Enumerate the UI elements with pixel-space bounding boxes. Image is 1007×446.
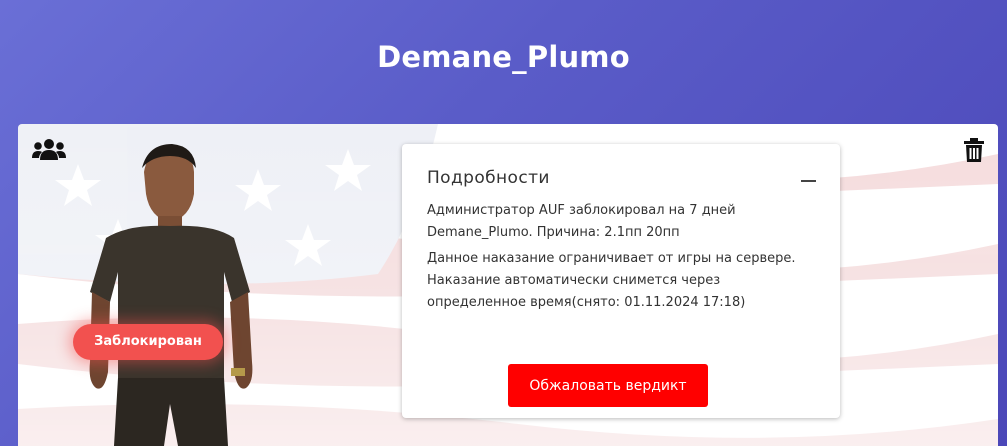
punishment-card: Заблокирован Подробности Администратор A… bbox=[18, 124, 998, 446]
details-title: Подробности bbox=[427, 168, 550, 188]
details-panel: Подробности Администратор AUF заблокиров… bbox=[402, 144, 840, 418]
details-text: Администратор AUF заблокировал на 7 дней… bbox=[427, 200, 822, 318]
punishment-description: Администратор AUF заблокировал на 7 дней… bbox=[427, 203, 736, 240]
punishment-note: Данное наказание ограничивает от игры на… bbox=[427, 251, 796, 310]
status-badge: Заблокирован bbox=[73, 324, 223, 360]
minus-icon[interactable] bbox=[800, 170, 818, 188]
trash-icon[interactable] bbox=[964, 138, 984, 162]
users-group-icon[interactable] bbox=[32, 138, 66, 160]
page-title: Demane_Plumo bbox=[377, 40, 630, 74]
character-avatar bbox=[89, 144, 253, 446]
appeal-button[interactable]: Обжаловать вердикт bbox=[508, 364, 708, 407]
